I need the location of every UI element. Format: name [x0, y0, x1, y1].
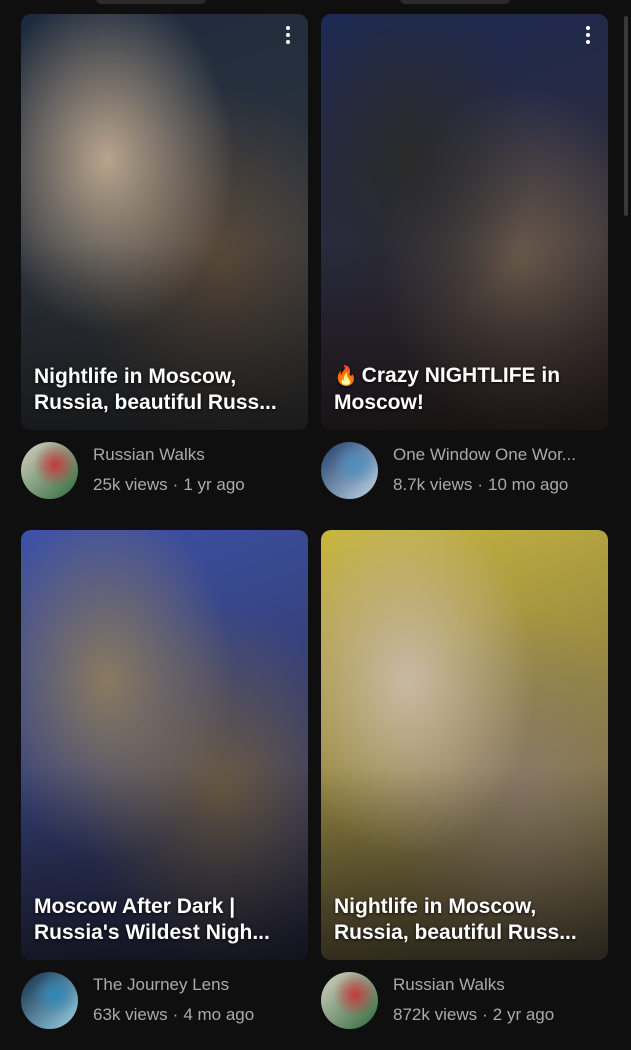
channel-name[interactable]: The Journey Lens	[93, 975, 309, 995]
separator-dot: ·	[172, 1005, 179, 1024]
channel-avatar[interactable]	[321, 442, 378, 499]
overlay-title-text: Crazy NIGHTLIFE in Moscow!	[334, 364, 561, 414]
channel-avatar[interactable]	[21, 442, 78, 499]
upload-age: 1 yr ago	[183, 475, 245, 494]
upload-age: 2 yr ago	[492, 1005, 555, 1024]
video-meta: Russian Walks 872k views · 2 yr ago	[321, 960, 608, 1050]
video-card[interactable]: Nightlife in Moscow, Russia, beautiful R…	[21, 14, 308, 520]
view-count: 8.7k views	[393, 475, 473, 494]
view-count: 63k views	[93, 1005, 168, 1024]
video-thumbnail[interactable]: Nightlife in Moscow, Russia, beautiful R…	[321, 530, 608, 960]
separator-dot: ·	[482, 1005, 488, 1024]
video-thumbnail[interactable]: Nightlife in Moscow, Russia, beautiful R…	[21, 14, 308, 430]
video-overlay-title: 🔥 Crazy NIGHTLIFE in Moscow!	[334, 363, 598, 416]
fire-icon: 🔥	[334, 366, 358, 387]
video-stats: 25k views · 1 yr ago	[93, 475, 245, 495]
video-stats: 872k views · 2 yr ago	[393, 1005, 554, 1025]
view-count: 872k views	[393, 1005, 478, 1024]
video-thumbnail[interactable]: 🔥 Crazy NIGHTLIFE in Moscow!	[321, 14, 608, 430]
channel-avatar[interactable]	[321, 972, 378, 1029]
channel-avatar[interactable]	[21, 972, 78, 1029]
video-stats: 63k views · 4 mo ago	[93, 1005, 254, 1025]
video-card[interactable]: Moscow After Dark | Russia's Wildest Nig…	[21, 530, 308, 1050]
view-count: 25k views	[93, 475, 168, 494]
separator-dot: ·	[172, 475, 179, 494]
top-bar-fragment-left	[96, 0, 206, 4]
upload-age: 4 mo ago	[183, 1005, 255, 1024]
video-overlay-title: Nightlife in Moscow, Russia, beautiful R…	[334, 895, 577, 944]
video-overlay-title: Moscow After Dark | Russia's Wildest Nig…	[34, 895, 270, 944]
video-meta: The Journey Lens 63k views · 4 mo ago	[21, 960, 308, 1050]
more-options-icon[interactable]	[576, 20, 600, 50]
scrollbar-thumb[interactable]	[624, 16, 628, 216]
video-stats: 8.7k views · 10 mo ago	[393, 475, 568, 495]
top-bar-fragment-right	[400, 0, 510, 4]
separator-dot: ·	[477, 475, 484, 494]
video-thumbnail[interactable]: Moscow After Dark | Russia's Wildest Nig…	[21, 530, 308, 960]
video-card[interactable]: 🔥 Crazy NIGHTLIFE in Moscow! One Window O…	[321, 14, 608, 520]
upload-age: 10 mo ago	[488, 475, 569, 494]
video-card[interactable]: Nightlife in Moscow, Russia, beautiful R…	[321, 530, 608, 1050]
channel-name[interactable]: One Window One Wor...	[393, 445, 609, 465]
video-meta: Russian Walks 25k views · 1 yr ago	[21, 430, 308, 520]
video-meta: One Window One Wor... 8.7k views · 10 mo a…	[321, 430, 608, 520]
channel-name[interactable]: Russian Walks	[393, 975, 609, 995]
video-overlay-title: Nightlife in Moscow, Russia, beautiful R…	[34, 365, 277, 414]
channel-name[interactable]: Russian Walks	[93, 445, 309, 465]
more-options-icon[interactable]	[276, 20, 300, 50]
